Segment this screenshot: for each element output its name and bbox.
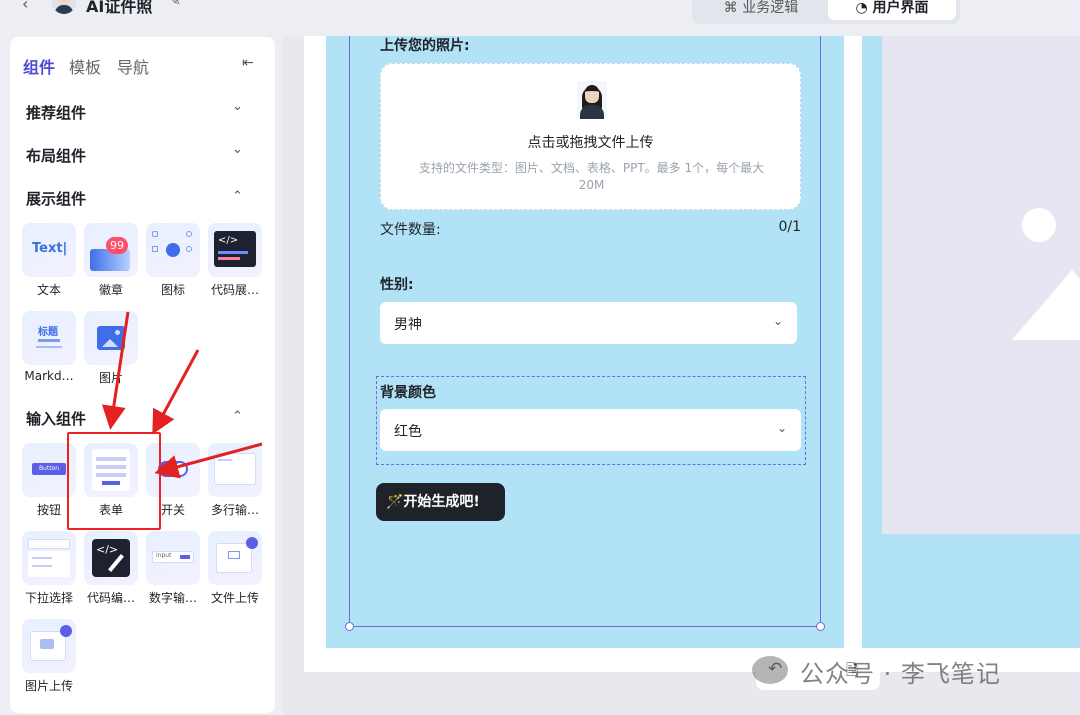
tab-label: 用户界面	[872, 0, 929, 16]
gender-label: 性别:	[380, 277, 414, 293]
bg-color-select[interactable]: 红色 ⌄	[380, 409, 801, 451]
upload-title: 点击或拖拽文件上传	[527, 135, 654, 151]
component-select[interactable]: 下拉选择	[22, 531, 76, 606]
edit-icon[interactable]: ✎	[169, 0, 181, 9]
top-bar: ‹ AI证件照 ✎ ⌘ 业务逻辑 ◔ 用户界面	[0, 0, 1080, 30]
section-recommended[interactable]: 推荐组件	[26, 102, 86, 123]
gender-value: 男神	[394, 317, 422, 333]
section-input[interactable]: 输入组件	[26, 408, 86, 429]
code-editor-component-icon: </>	[84, 531, 138, 585]
component-textarea[interactable]: 多行输…	[208, 443, 262, 518]
select-component-icon	[22, 531, 76, 585]
resize-handle[interactable]	[816, 622, 825, 631]
placeholder-sun-icon	[1022, 208, 1056, 242]
code-display-component-icon: </>	[208, 223, 262, 277]
component-file-upload[interactable]: 文件上传	[208, 531, 262, 606]
textarea-component-icon	[208, 443, 262, 497]
component-badge[interactable]: 99 徽章	[84, 223, 138, 298]
bg-color-value: 红色	[394, 424, 422, 440]
file-upload-component-icon	[208, 531, 262, 585]
placeholder-mountain-icon	[1012, 270, 1080, 340]
generate-button[interactable]: 🪄开始生成吧!	[376, 483, 505, 521]
app-title: AI证件照	[86, 0, 153, 16]
tab-business-logic[interactable]: ⌘ 业务逻辑	[698, 0, 824, 20]
upload-label: 上传您的照片:	[380, 38, 470, 54]
component-code-editor[interactable]: </> 代码编…	[84, 531, 138, 606]
tab-components[interactable]: 组件	[23, 54, 55, 78]
upload-hint: 支持的文件类型：图片、文档、表格、PPT。最多 1个，每个最大 20M	[418, 161, 765, 192]
tab-navigation[interactable]: 导航	[117, 54, 149, 78]
chevron-down-icon: ⌄	[772, 314, 783, 328]
bg-color-label: 背景颜色	[380, 385, 436, 401]
component-icon[interactable]: 图标	[146, 223, 200, 298]
tab-label: 业务逻辑	[742, 0, 799, 16]
chevron-down-icon[interactable]: ⌄	[232, 142, 243, 157]
image-upload-component-icon	[22, 619, 76, 673]
image-component-icon	[84, 311, 138, 365]
chevron-down-icon[interactable]: ⌄	[232, 99, 243, 114]
watermark-text: 公众号 · 李飞笔记	[800, 660, 1001, 688]
section-display[interactable]: 展示组件	[26, 188, 86, 209]
chevron-down-icon: ⌄	[776, 421, 787, 435]
gender-select[interactable]: 男神 ⌄	[380, 302, 797, 344]
file-count-label: 文件数量:	[380, 222, 441, 238]
component-image[interactable]: 图片	[84, 311, 138, 386]
image-placeholder	[882, 36, 1080, 534]
component-image-upload[interactable]: 图片上传	[22, 619, 76, 694]
back-icon[interactable]: ‹	[22, 0, 28, 13]
section-layout[interactable]: 布局组件	[26, 145, 86, 166]
chevron-up-icon[interactable]: ⌃	[232, 409, 243, 424]
palette-icon: ◔	[855, 0, 868, 16]
markdown-component-icon: 标题	[22, 311, 76, 365]
component-code-display[interactable]: </> 代码展…	[208, 223, 262, 298]
file-upload-dropzone[interactable]: 点击或拖拽文件上传 支持的文件类型：图片、文档、表格、PPT。最多 1个，每个最…	[380, 63, 801, 210]
chevron-up-icon[interactable]: ⌃	[232, 189, 243, 204]
tab-user-interface[interactable]: ◔ 用户界面	[828, 0, 956, 20]
component-panel: 组件 模板 导航 ⇤ 推荐组件 ⌄ 布局组件 ⌄ 展示组件 ⌃ Text| 文本…	[10, 37, 275, 713]
view-switch: ⌘ 业务逻辑 ◔ 用户界面	[692, 0, 960, 24]
icon-component-icon	[146, 223, 200, 277]
app-avatar	[52, 0, 76, 14]
annotation-highlight-box	[67, 432, 161, 530]
resize-handle[interactable]	[345, 622, 354, 631]
file-count-value: 0/1	[778, 219, 801, 235]
id-photo-icon	[577, 81, 607, 119]
flow-icon: ⌘	[723, 0, 738, 16]
wechat-logo-icon	[752, 656, 788, 684]
number-input-component-icon: input	[146, 531, 200, 585]
component-number-input[interactable]: input 数字输…	[146, 531, 200, 606]
text-component-icon: Text|	[22, 223, 76, 277]
component-text[interactable]: Text| 文本	[22, 223, 76, 298]
component-markdown[interactable]: 标题 Markd…	[22, 311, 76, 383]
badge-component-icon: 99	[84, 223, 138, 277]
collapse-panel-icon[interactable]: ⇤	[242, 55, 254, 71]
tab-templates[interactable]: 模板	[69, 54, 101, 78]
